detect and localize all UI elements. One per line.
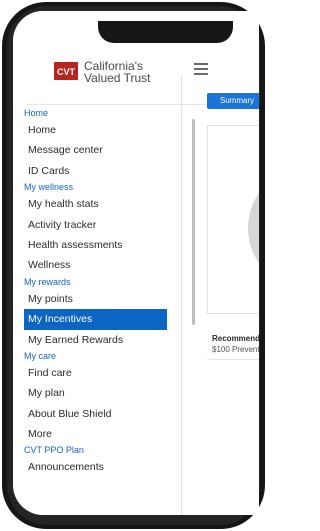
sidebar-item-about-blue-shield[interactable]: About Blue Shield <box>24 404 167 424</box>
sidebar-nav: Home Home Message center ID Cards My wel… <box>24 107 167 478</box>
recommendation-title: Recommende <box>212 334 259 343</box>
sidebar-item-health-stats[interactable]: My health stats <box>24 194 167 214</box>
sidebar-item-more[interactable]: More <box>24 424 167 444</box>
cvt-logo-icon: CVT <box>54 62 78 80</box>
section-home: Home <box>24 108 49 118</box>
sidebar-item-message-center[interactable]: Message center <box>24 140 167 160</box>
phone-notch <box>98 21 233 43</box>
sidebar-item-activity-tracker[interactable]: Activity tracker <box>24 215 167 235</box>
sidebar-item-home[interactable]: Home <box>24 120 167 140</box>
sidebar-item-health-assessments[interactable]: Health assessments <box>24 235 167 255</box>
hamburger-menu-icon[interactable] <box>194 63 208 75</box>
sidebar-scrollbar[interactable] <box>192 119 195 325</box>
sidebar-item-id-cards[interactable]: ID Cards <box>24 161 167 181</box>
sidebar-divider <box>181 75 182 515</box>
recommendation-subtitle: $100 Prevent <box>212 345 259 354</box>
brand-name: California's Valued Trust <box>84 60 150 84</box>
tab-summary[interactable]: Summary <box>207 93 259 109</box>
sidebar-item-points[interactable]: My points <box>24 289 167 309</box>
logo-text: CVT <box>57 67 76 77</box>
sidebar-item-find-care[interactable]: Find care <box>24 363 167 383</box>
recommendation-divider <box>207 359 259 360</box>
sidebar-item-earned-rewards[interactable]: My Earned Rewards <box>24 330 167 350</box>
section-wellness: My wellness <box>24 182 74 193</box>
brand-line-2: Valued Trust <box>84 71 151 85</box>
sidebar-item-my-plan[interactable]: My plan <box>24 383 167 403</box>
sidebar-item-announcements[interactable]: Announcements <box>24 457 167 477</box>
section-plan: CVT PPO Plan <box>24 445 84 456</box>
section-care: My care <box>24 350 57 361</box>
summary-card <box>207 125 259 314</box>
progress-ring <box>248 166 259 290</box>
sidebar-item-incentives[interactable]: My Incentives <box>24 309 167 330</box>
recommendation-card[interactable]: Recommende $100 Prevent <box>212 333 259 355</box>
section-rewards: My rewards <box>24 276 71 287</box>
sidebar-item-wellness[interactable]: Wellness <box>24 255 167 275</box>
